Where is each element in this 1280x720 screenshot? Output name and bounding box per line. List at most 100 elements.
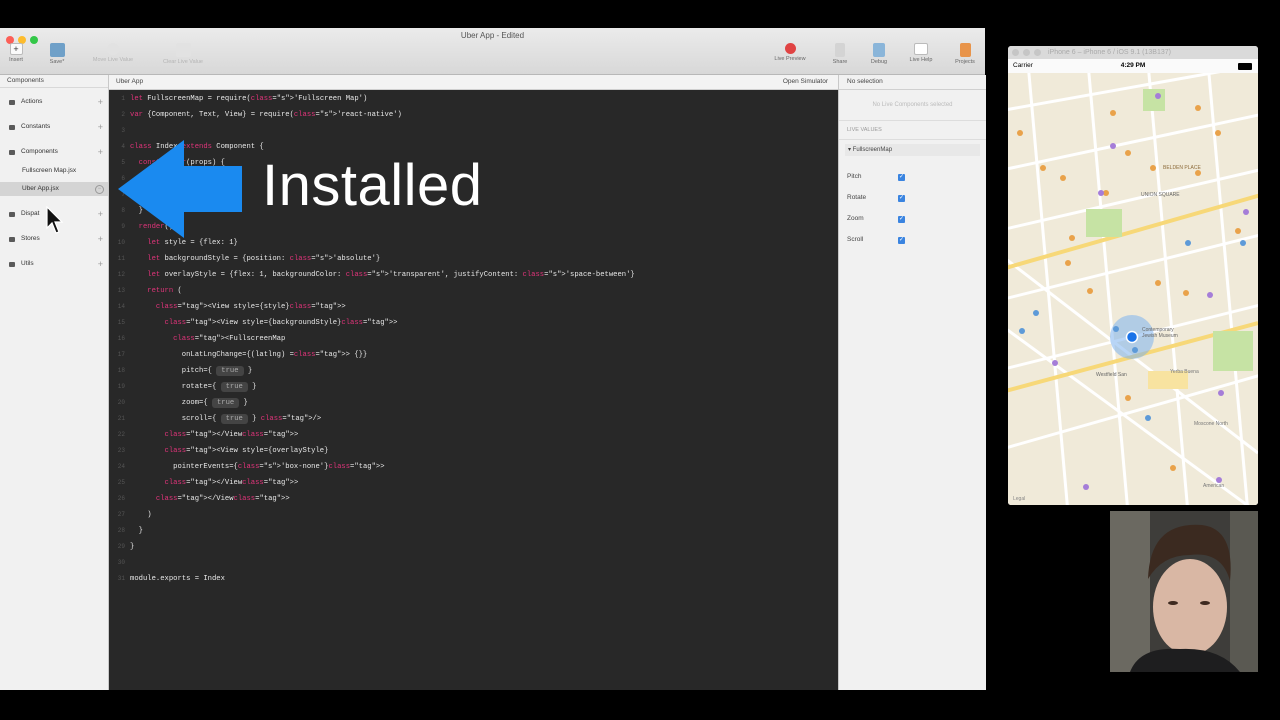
folder-icon <box>9 212 15 217</box>
svg-text:Moscone North: Moscone North <box>1194 421 1228 427</box>
code-line[interactable]: 28 } <box>109 523 838 539</box>
prop-label: Scroll <box>847 236 864 243</box>
svg-text:Westfield San: Westfield San <box>1096 372 1127 378</box>
add-icon[interactable]: + <box>98 257 103 271</box>
blue-arrow-annotation <box>118 140 242 238</box>
code-line[interactable]: 24 pointerEvents={class="s">'box-none'}c… <box>109 459 838 475</box>
move-live-value-button[interactable]: Move Live Value <box>86 43 140 63</box>
code-line[interactable]: 13 return ( <box>109 283 838 299</box>
code-line[interactable]: 12 let overlayStyle = {flex: 1, backgrou… <box>109 267 838 283</box>
record-icon <box>784 43 796 54</box>
code-line[interactable]: 21 scroll={ true } class="tag">/> <box>109 411 838 427</box>
fullscreen-map[interactable]: BELDEN PLACE UNION SQUARE Contemporary J… <box>1008 73 1258 505</box>
prop-pitch: Pitch ✓ <box>847 170 987 184</box>
simulator-title: iPhone 6 – iPhone 6 / iOS 9.1 (13B137) <box>1048 49 1171 56</box>
sidebar-item-components[interactable]: Components + <box>0 145 108 159</box>
zoom-window-button[interactable] <box>1034 49 1041 56</box>
live-preview-button[interactable]: Live Preview <box>766 43 814 62</box>
svg-text:Yerba Buena: Yerba Buena <box>1170 369 1199 375</box>
code-line[interactable]: 31 module.exports = Index <box>109 571 838 587</box>
code-line[interactable]: 19 rotate={ true } <box>109 379 838 395</box>
sidebar-item-utils[interactable]: Utils + <box>0 257 108 271</box>
folder-icon <box>9 237 15 242</box>
add-icon[interactable]: + <box>98 95 103 109</box>
code-line[interactable]: 26 class="tag"></Viewclass="tag">> <box>109 491 838 507</box>
line-number: 2 <box>121 111 125 118</box>
add-icon[interactable]: + <box>98 232 103 246</box>
code-text: let overlayStyle = {flex: 1, backgroundC… <box>147 271 635 279</box>
code-line[interactable]: 25 class="tag"></Viewclass="tag">> <box>109 475 838 491</box>
ios-simulator-window: iPhone 6 – iPhone 6 / iOS 9.1 (13B137) C… <box>1008 46 1258 505</box>
sidebar-item-label: Stores <box>21 235 40 242</box>
floppy-disk-icon <box>49 43 65 57</box>
plus-icon: + <box>9 43 23 55</box>
zoom-checkbox[interactable]: ✓ <box>898 216 905 223</box>
code-text: return ( <box>147 287 182 295</box>
fullscreenmap-group[interactable]: ▾ FullscreenMap <box>845 144 980 156</box>
inspector-header: No selection <box>839 75 986 90</box>
code-line[interactable]: 23 class="tag"><View style={overlayStyle… <box>109 443 838 459</box>
code-line[interactable]: 3 <box>109 123 838 139</box>
folder-icon <box>9 150 15 155</box>
inspector-panel: No selection No Live Components selected… <box>838 75 986 690</box>
components-sidebar: Components Actions + Constants + Component… <box>0 75 109 690</box>
ios-status-bar: Carrier 4:29 PM <box>1008 59 1258 73</box>
code-text: class="tag"></Viewclass="tag">> <box>164 479 299 487</box>
code-line[interactable]: 11 let backgroundStyle = {position: clas… <box>109 251 838 267</box>
file-fullscreen-map[interactable]: Fullscreen Map.jsx <box>0 164 108 178</box>
svg-text:UNION SQUARE: UNION SQUARE <box>1141 192 1180 198</box>
projects-label: Projects <box>955 59 975 65</box>
ide-window: Uber App - Edited + Insert Save* Move Liv… <box>0 28 986 690</box>
code-text: class="tag"><FullscreenMap <box>173 335 286 343</box>
webcam-video <box>1110 511 1258 672</box>
editor-header: Uber App Open Simulator <box>109 75 838 90</box>
code-line[interactable]: 14 class="tag"><View style={style}class=… <box>109 299 838 315</box>
folder-icon <box>9 100 15 105</box>
clear-live-value-label: Clear Live Value <box>163 59 203 65</box>
close-window-button[interactable] <box>1012 49 1019 56</box>
open-simulator-button[interactable]: Open Simulator <box>783 75 828 89</box>
scroll-checkbox[interactable]: ✓ <box>898 237 905 244</box>
code-line[interactable]: 1 let FullscreenMap = require(class="s">'… <box>109 91 838 107</box>
add-icon[interactable]: + <box>98 145 103 159</box>
code-text: rotate={ true } <box>130 382 257 392</box>
code-line[interactable]: 22 class="tag"></Viewclass="tag">> <box>109 427 838 443</box>
clear-live-value-button[interactable]: Clear Live Value <box>156 43 210 65</box>
presenter-video-frame <box>1110 511 1258 672</box>
save-button[interactable]: Save* <box>33 43 81 65</box>
rotate-checkbox[interactable]: ✓ <box>898 195 905 202</box>
debug-button[interactable]: Debug <box>855 43 903 65</box>
file-label: Fullscreen Map.jsx <box>22 167 77 174</box>
line-number: 13 <box>117 287 125 294</box>
code-line[interactable]: 18 pitch={ true } <box>109 363 838 379</box>
pitch-checkbox[interactable]: ✓ <box>898 174 905 181</box>
code-line[interactable]: 17 onLatLngChange={(latlng) =class="tag"… <box>109 347 838 363</box>
sidebar-item-actions[interactable]: Actions + <box>0 95 108 109</box>
code-line[interactable]: 29} <box>109 539 838 555</box>
code-text: onLatLngChange={(latlng) =class="tag">> … <box>130 351 368 359</box>
live-help-button[interactable]: Live Help <box>897 43 945 63</box>
prop-label: Rotate <box>847 194 867 201</box>
sidebar-header: Components <box>0 75 108 88</box>
projects-button[interactable]: Projects <box>941 43 989 65</box>
code-line[interactable]: 2 var {Component, Text, View} = require(c… <box>109 107 838 123</box>
add-icon[interactable]: + <box>98 207 103 221</box>
line-number: 16 <box>117 335 125 342</box>
sidebar-item-constants[interactable]: Constants + <box>0 120 108 134</box>
code-line[interactable]: 30 <box>109 555 838 571</box>
code-text: pitch={ true } <box>130 366 253 376</box>
installed-caption: Installed <box>262 153 483 218</box>
window-title: Uber App - Edited <box>460 31 525 40</box>
code-line[interactable]: 16 class="tag"><FullscreenMap <box>109 331 838 347</box>
minimize-window-button[interactable] <box>1023 49 1030 56</box>
file-uber-app[interactable]: Uber App.jsx − <box>0 182 108 196</box>
code-line[interactable]: 15 class="tag"><View style={backgroundSt… <box>109 315 838 331</box>
svg-text:Legal: Legal <box>1013 496 1025 502</box>
code-text: class="tag"><View style={backgroundStyle… <box>164 319 398 327</box>
add-icon[interactable]: + <box>98 120 103 134</box>
remove-icon[interactable]: − <box>95 185 104 194</box>
code-line[interactable]: 20 zoom={ true } <box>109 395 838 411</box>
line-number: 12 <box>117 271 125 278</box>
sidebar-item-label: Dispat <box>21 210 40 217</box>
code-line[interactable]: 27 ) <box>109 507 838 523</box>
